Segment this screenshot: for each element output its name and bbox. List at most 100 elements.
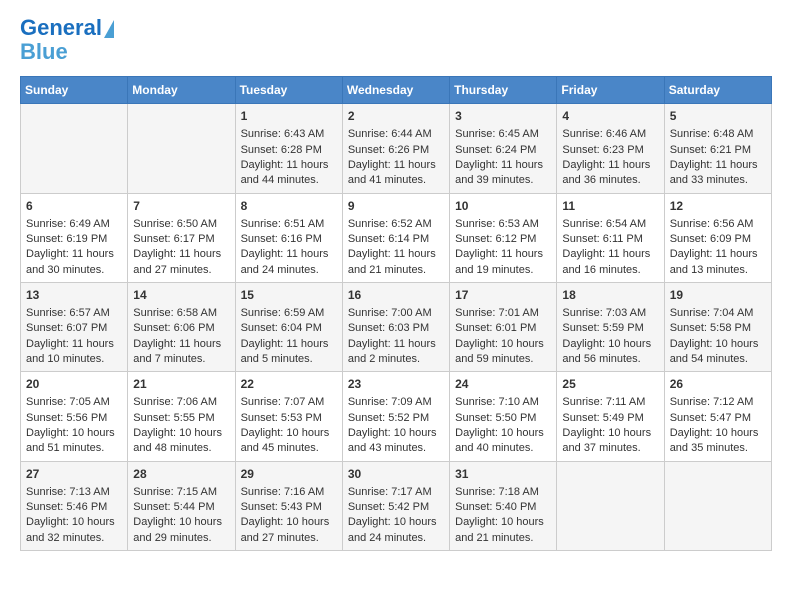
day-number: 6 [26, 198, 122, 215]
calendar-cell: 3Sunrise: 6:45 AMSunset: 6:24 PMDaylight… [450, 104, 557, 193]
calendar-cell: 27Sunrise: 7:13 AMSunset: 5:46 PMDayligh… [21, 461, 128, 550]
day-info-line: Sunrise: 7:07 AM [241, 395, 337, 410]
day-number: 16 [348, 287, 444, 304]
header: General Blue [20, 16, 772, 64]
day-info-line: Daylight: 10 hours and 35 minutes. [670, 426, 766, 457]
day-info-line: Daylight: 10 hours and 51 minutes. [26, 426, 122, 457]
calendar-cell: 21Sunrise: 7:06 AMSunset: 5:55 PMDayligh… [128, 372, 235, 461]
day-info-line: Daylight: 11 hours and 16 minutes. [562, 247, 658, 278]
day-info-line: Sunrise: 7:00 AM [348, 306, 444, 321]
calendar-cell: 29Sunrise: 7:16 AMSunset: 5:43 PMDayligh… [235, 461, 342, 550]
day-info-line: Daylight: 10 hours and 59 minutes. [455, 337, 551, 368]
day-number: 15 [241, 287, 337, 304]
day-info-line: Sunrise: 6:54 AM [562, 217, 658, 232]
day-info-line: Daylight: 10 hours and 48 minutes. [133, 426, 229, 457]
day-number: 27 [26, 466, 122, 483]
calendar-table: SundayMondayTuesdayWednesdayThursdayFrid… [20, 76, 772, 551]
day-info-line: Sunset: 5:44 PM [133, 500, 229, 515]
day-info-line: Sunrise: 6:56 AM [670, 217, 766, 232]
day-info-line: Sunset: 5:43 PM [241, 500, 337, 515]
day-number: 30 [348, 466, 444, 483]
day-info-line: Sunset: 6:01 PM [455, 321, 551, 336]
day-info-line: Sunrise: 7:18 AM [455, 485, 551, 500]
day-info-line: Sunrise: 6:57 AM [26, 306, 122, 321]
day-info-line: Sunrise: 6:51 AM [241, 217, 337, 232]
day-info-line: Daylight: 10 hours and 40 minutes. [455, 426, 551, 457]
day-info-line: Daylight: 10 hours and 29 minutes. [133, 515, 229, 546]
day-number: 11 [562, 198, 658, 215]
day-info-line: Sunset: 6:12 PM [455, 232, 551, 247]
day-info-line: Sunrise: 7:11 AM [562, 395, 658, 410]
day-info-line: Sunrise: 6:44 AM [348, 127, 444, 142]
day-info-line: Sunrise: 7:10 AM [455, 395, 551, 410]
day-number: 18 [562, 287, 658, 304]
day-info-line: Sunset: 6:23 PM [562, 143, 658, 158]
day-info-line: Sunset: 6:16 PM [241, 232, 337, 247]
calendar-week-2: 13Sunrise: 6:57 AMSunset: 6:07 PMDayligh… [21, 283, 772, 372]
calendar-cell: 14Sunrise: 6:58 AMSunset: 6:06 PMDayligh… [128, 283, 235, 372]
day-info-line: Sunset: 6:06 PM [133, 321, 229, 336]
calendar-cell: 18Sunrise: 7:03 AMSunset: 5:59 PMDayligh… [557, 283, 664, 372]
day-info-line: Sunset: 5:50 PM [455, 411, 551, 426]
day-info-line: Daylight: 10 hours and 37 minutes. [562, 426, 658, 457]
day-info-line: Sunrise: 6:45 AM [455, 127, 551, 142]
calendar-cell: 17Sunrise: 7:01 AMSunset: 6:01 PMDayligh… [450, 283, 557, 372]
day-info-line: Sunset: 6:17 PM [133, 232, 229, 247]
day-info-line: Daylight: 11 hours and 33 minutes. [670, 158, 766, 189]
logo-general: General [20, 16, 102, 40]
day-info-line: Sunset: 6:04 PM [241, 321, 337, 336]
day-number: 12 [670, 198, 766, 215]
calendar-cell [21, 104, 128, 193]
day-info-line: Sunrise: 7:04 AM [670, 306, 766, 321]
calendar-cell: 16Sunrise: 7:00 AMSunset: 6:03 PMDayligh… [342, 283, 449, 372]
day-info-line: Sunrise: 6:59 AM [241, 306, 337, 321]
day-info-line: Sunset: 6:21 PM [670, 143, 766, 158]
day-info-line: Daylight: 11 hours and 13 minutes. [670, 247, 766, 278]
day-info-line: Daylight: 11 hours and 19 minutes. [455, 247, 551, 278]
calendar-body: 1Sunrise: 6:43 AMSunset: 6:28 PMDaylight… [21, 104, 772, 551]
day-number: 31 [455, 466, 551, 483]
day-number: 8 [241, 198, 337, 215]
day-info-line: Daylight: 10 hours and 54 minutes. [670, 337, 766, 368]
calendar-cell: 2Sunrise: 6:44 AMSunset: 6:26 PMDaylight… [342, 104, 449, 193]
calendar-cell: 9Sunrise: 6:52 AMSunset: 6:14 PMDaylight… [342, 193, 449, 282]
day-number: 20 [26, 376, 122, 393]
logo-blue: Blue [20, 40, 68, 64]
day-info-line: Sunset: 5:58 PM [670, 321, 766, 336]
day-info-line: Daylight: 11 hours and 30 minutes. [26, 247, 122, 278]
calendar-cell [664, 461, 771, 550]
day-number: 10 [455, 198, 551, 215]
day-number: 25 [562, 376, 658, 393]
day-number: 4 [562, 108, 658, 125]
day-info-line: Sunrise: 6:53 AM [455, 217, 551, 232]
calendar-cell: 31Sunrise: 7:18 AMSunset: 5:40 PMDayligh… [450, 461, 557, 550]
calendar-cell: 6Sunrise: 6:49 AMSunset: 6:19 PMDaylight… [21, 193, 128, 282]
day-info-line: Daylight: 11 hours and 7 minutes. [133, 337, 229, 368]
calendar-week-1: 6Sunrise: 6:49 AMSunset: 6:19 PMDaylight… [21, 193, 772, 282]
day-info-line: Sunset: 5:47 PM [670, 411, 766, 426]
day-number: 7 [133, 198, 229, 215]
calendar-cell: 20Sunrise: 7:05 AMSunset: 5:56 PMDayligh… [21, 372, 128, 461]
calendar-cell: 5Sunrise: 6:48 AMSunset: 6:21 PMDaylight… [664, 104, 771, 193]
day-info-line: Daylight: 10 hours and 45 minutes. [241, 426, 337, 457]
day-info-line: Daylight: 10 hours and 43 minutes. [348, 426, 444, 457]
day-info-line: Sunset: 6:28 PM [241, 143, 337, 158]
day-info-line: Daylight: 11 hours and 44 minutes. [241, 158, 337, 189]
header-cell-thursday: Thursday [450, 77, 557, 104]
day-info-line: Sunset: 5:46 PM [26, 500, 122, 515]
calendar-cell: 22Sunrise: 7:07 AMSunset: 5:53 PMDayligh… [235, 372, 342, 461]
day-info-line: Sunrise: 7:16 AM [241, 485, 337, 500]
day-number: 14 [133, 287, 229, 304]
header-cell-tuesday: Tuesday [235, 77, 342, 104]
day-info-line: Daylight: 10 hours and 21 minutes. [455, 515, 551, 546]
day-info-line: Sunset: 5:55 PM [133, 411, 229, 426]
calendar-cell: 8Sunrise: 6:51 AMSunset: 6:16 PMDaylight… [235, 193, 342, 282]
calendar-cell: 10 Sunrise: 6:53 AMSunset: 6:12 PMDayligh… [450, 193, 557, 282]
day-number: 28 [133, 466, 229, 483]
day-info-line: Sunrise: 7:13 AM [26, 485, 122, 500]
calendar-cell: 24Sunrise: 7:10 AMSunset: 5:50 PMDayligh… [450, 372, 557, 461]
day-info-line: Daylight: 11 hours and 21 minutes. [348, 247, 444, 278]
day-info-line: Sunset: 6:19 PM [26, 232, 122, 247]
calendar-cell: 30Sunrise: 7:17 AMSunset: 5:42 PMDayligh… [342, 461, 449, 550]
day-number: 17 [455, 287, 551, 304]
